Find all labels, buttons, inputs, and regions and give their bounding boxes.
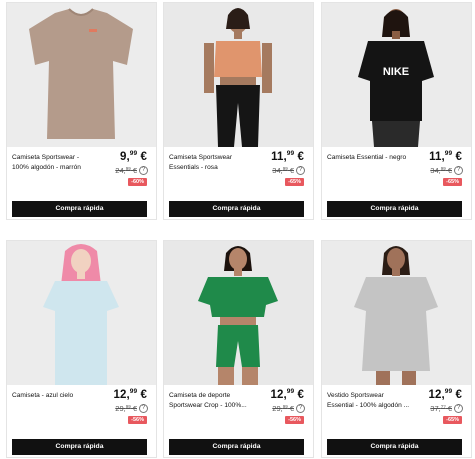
product-image[interactable] [164, 3, 313, 147]
product-price: 12,99 € [113, 388, 147, 401]
original-price: 24,99 € [115, 166, 137, 175]
product-price: 9,99 € [119, 150, 147, 163]
black-nike-tee-image: NIKE [322, 3, 471, 147]
info-icon[interactable]: ? [139, 166, 148, 175]
discount-badge: -56% [128, 416, 147, 424]
product-name[interactable]: Camiseta Essential - negro [327, 153, 411, 163]
info-icon[interactable]: ? [296, 166, 305, 175]
svg-text:NIKE: NIKE [383, 66, 409, 78]
product-price: 12,99 € [270, 388, 304, 401]
product-name[interactable]: Camiseta Sportswear - 100% algodón - mar… [12, 153, 96, 173]
original-price: 29,99 € [115, 404, 137, 413]
product-image[interactable] [7, 3, 156, 147]
product-card[interactable]: Camiseta - azul cielo 12,99 € 29,99 € ? … [6, 240, 157, 458]
quick-buy-button[interactable]: Compra rápida [169, 201, 304, 217]
product-card[interactable]: Camiseta Sportswear Essentials - rosa 11… [163, 2, 314, 220]
light-blue-tee-image [7, 241, 156, 385]
brown-t-shirt-image [7, 3, 156, 147]
product-name[interactable]: Vestido Sportswear Essential - 100% algo… [327, 391, 411, 411]
product-card[interactable]: Vestido Sportswear Essential - 100% algo… [321, 240, 472, 458]
original-price: 34,99 € [272, 166, 294, 175]
discount-badge: -65% [443, 178, 462, 186]
quick-buy-button[interactable]: Compra rápida [12, 201, 147, 217]
discount-badge: -65% [285, 178, 304, 186]
info-icon[interactable]: ? [296, 404, 305, 413]
product-image[interactable] [322, 241, 471, 385]
grey-tshirt-dress-image [322, 241, 471, 385]
quick-buy-button[interactable]: Compra rápida [327, 439, 462, 455]
original-price: 29,99 € [272, 404, 294, 413]
product-image[interactable]: NIKE [322, 3, 471, 147]
quick-buy-button[interactable]: Compra rápida [169, 439, 304, 455]
info-icon[interactable]: ? [454, 166, 463, 175]
discount-badge: -56% [285, 416, 304, 424]
product-name[interactable]: Camiseta Sportswear Essentials - rosa [169, 153, 253, 173]
product-price: 11,99 € [429, 150, 462, 163]
product-price: 12,99 € [428, 388, 462, 401]
product-name[interactable]: Camiseta - azul cielo [12, 391, 96, 401]
product-card[interactable]: Camiseta Sportswear - 100% algodón - mar… [6, 2, 157, 220]
quick-buy-button[interactable]: Compra rápida [12, 439, 147, 455]
original-price: 37,?? € [430, 404, 452, 413]
product-grid: Camiseta Sportswear - 100% algodón - mar… [0, 0, 475, 459]
product-name[interactable]: Camiseta de deporte Sportswear Crop - 10… [169, 391, 253, 411]
discount-badge: -65% [443, 416, 462, 424]
original-price: 34,99 € [430, 166, 452, 175]
product-image[interactable] [7, 241, 156, 385]
quick-buy-button[interactable]: Compra rápida [327, 201, 462, 217]
discount-badge: -60% [128, 178, 147, 186]
product-image[interactable] [164, 241, 313, 385]
info-icon[interactable]: ? [139, 404, 148, 413]
product-price: 11,99 € [271, 150, 304, 163]
info-icon[interactable]: ? [454, 404, 463, 413]
product-card[interactable]: Camiseta de deporte Sportswear Crop - 10… [163, 240, 314, 458]
pink-crop-top-image [164, 3, 313, 147]
green-crop-set-image [164, 241, 313, 385]
product-card[interactable]: NIKE Camiseta Essential - negro 11,99 € … [321, 2, 472, 220]
